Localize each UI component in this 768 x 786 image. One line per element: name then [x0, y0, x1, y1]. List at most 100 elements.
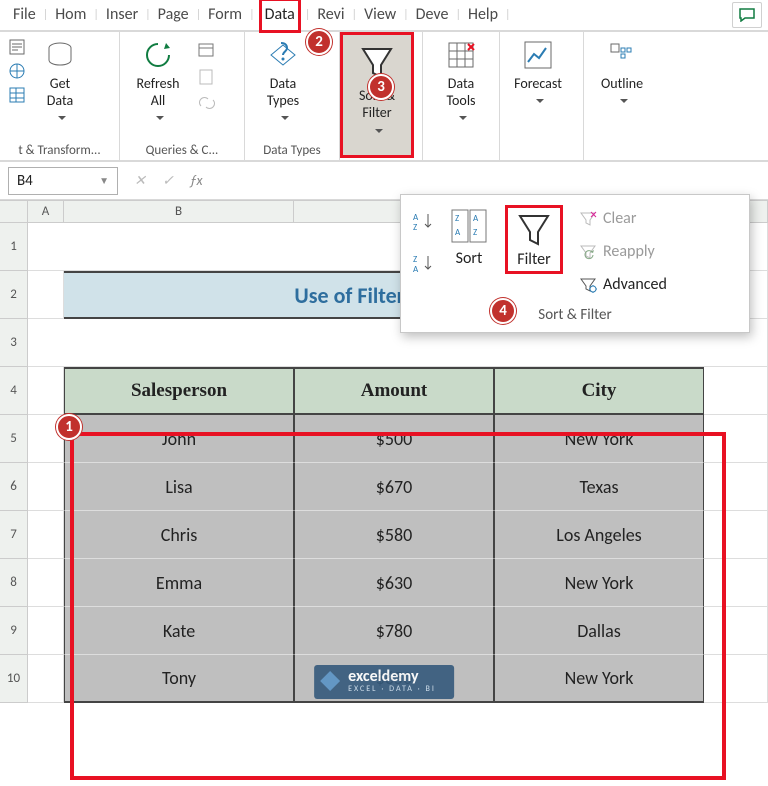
tab-home[interactable]: Hom — [52, 1, 89, 30]
comment-icon — [739, 8, 755, 22]
svg-text:Z: Z — [413, 222, 417, 231]
tab-developer[interactable]: Deve — [413, 1, 452, 30]
tab-page[interactable]: Page — [155, 1, 192, 30]
cell-d7[interactable]: Los Angeles — [494, 511, 704, 559]
data-types-button[interactable]: Data Types — [251, 36, 315, 128]
cell-a10[interactable] — [28, 655, 64, 703]
row-header-4[interactable]: 4 — [0, 367, 28, 415]
get-data-button[interactable]: Get Data — [34, 36, 86, 128]
tab-view[interactable]: View — [361, 1, 399, 30]
sort-asc-icon: AZ — [413, 211, 435, 231]
row-header-6[interactable]: 6 — [0, 463, 28, 511]
properties-icon[interactable] — [196, 66, 218, 88]
clear-filter-button[interactable]: Clear — [575, 205, 640, 232]
clear-icon — [579, 211, 597, 227]
group-queries-label: Queries & C... — [126, 139, 238, 160]
tab-data[interactable]: Data — [259, 0, 301, 33]
cell-d10[interactable]: New York — [494, 655, 704, 703]
filter-button[interactable]: Filter — [505, 205, 563, 274]
tab-formulas[interactable]: Form — [205, 1, 245, 30]
callout-2: 2 — [306, 29, 332, 55]
callout-1: 1 — [56, 414, 82, 440]
cell-c5[interactable]: $500 — [294, 415, 494, 463]
cell-b7[interactable]: Chris — [64, 511, 294, 559]
cell-a2[interactable] — [28, 271, 64, 319]
select-all-corner[interactable] — [0, 201, 28, 223]
cell-c7[interactable]: $580 — [294, 511, 494, 559]
cell-a6[interactable] — [28, 463, 64, 511]
header-salesperson[interactable]: Salesperson — [64, 367, 294, 415]
cell-b5[interactable]: John — [64, 415, 294, 463]
data-tools-button[interactable]: Data Tools — [429, 36, 493, 128]
cell-b6[interactable]: Lisa — [64, 463, 294, 511]
svg-text:A: A — [473, 213, 479, 224]
tab-review[interactable]: Revi — [314, 1, 347, 30]
cell-a8[interactable] — [28, 559, 64, 607]
cell-e7[interactable] — [704, 511, 768, 559]
cancel-formula-button[interactable]: ✕ — [126, 172, 154, 189]
cell-e8[interactable] — [704, 559, 768, 607]
cell-e9[interactable] — [704, 607, 768, 655]
svg-text:A: A — [455, 227, 461, 238]
row-header-3[interactable]: 3 — [0, 319, 28, 367]
cell-c8[interactable]: $630 — [294, 559, 494, 607]
data-types-label: Data Types — [255, 76, 311, 110]
tab-file[interactable]: File — [10, 1, 39, 30]
from-text-icon[interactable] — [6, 36, 28, 58]
clear-label: Clear — [603, 209, 636, 228]
forecast-label: Forecast — [514, 76, 562, 93]
cell-e10[interactable] — [704, 655, 768, 703]
header-city[interactable]: City — [494, 367, 704, 415]
refresh-all-button[interactable]: Refresh All — [126, 36, 190, 128]
cell-d9[interactable]: Dallas — [494, 607, 704, 655]
advanced-filter-button[interactable]: Advanced — [575, 271, 671, 298]
cell-a9[interactable] — [28, 607, 64, 655]
from-web-icon[interactable] — [6, 60, 28, 82]
row-header-1[interactable]: 1 — [0, 223, 28, 271]
cell-b8[interactable]: Emma — [64, 559, 294, 607]
forecast-button[interactable]: Forecast — [506, 36, 570, 112]
sort-asc-button[interactable]: AZ — [409, 207, 439, 235]
cell-b9[interactable]: Kate — [64, 607, 294, 655]
advanced-label: Advanced — [603, 275, 667, 294]
custom-sort-button[interactable]: ZAAZ Sort — [447, 205, 491, 272]
filter-label: Filter — [517, 250, 550, 269]
queries-icon[interactable] — [196, 40, 218, 62]
svg-text:Z: Z — [455, 213, 459, 224]
cell-d6[interactable]: Texas — [494, 463, 704, 511]
row-header-7[interactable]: 7 — [0, 511, 28, 559]
comments-button[interactable] — [732, 2, 762, 28]
name-box[interactable]: B4 ▼ — [8, 167, 118, 195]
cell-e5[interactable] — [704, 415, 768, 463]
fx-button[interactable]: ƒx — [182, 172, 210, 189]
cell-c9[interactable]: $780 — [294, 607, 494, 655]
cell-b10[interactable]: Tony — [64, 655, 294, 703]
group-get-transform-label: t & Transform... — [6, 139, 113, 160]
enter-formula-button[interactable]: ✓ — [154, 172, 182, 189]
cell-e6[interactable] — [704, 463, 768, 511]
sort-desc-button[interactable]: ZA — [409, 249, 439, 277]
data-types-icon — [266, 38, 300, 72]
row-header-2[interactable]: 2 — [0, 271, 28, 319]
row-header-10[interactable]: 10 — [0, 655, 28, 703]
row-header-8[interactable]: 8 — [0, 559, 28, 607]
from-table-icon[interactable] — [6, 84, 28, 106]
cell-d8[interactable]: New York — [494, 559, 704, 607]
edit-links-icon[interactable] — [196, 92, 218, 114]
row-header-5[interactable]: 5 — [0, 415, 28, 463]
header-amount[interactable]: Amount — [294, 367, 494, 415]
col-header-b[interactable]: B — [64, 201, 294, 223]
svg-text:Z: Z — [473, 227, 477, 238]
reapply-button[interactable]: Reapply — [575, 238, 659, 265]
watermark-title: exceldemy — [348, 669, 418, 685]
col-header-a[interactable]: A — [28, 201, 64, 223]
cell-e4[interactable] — [704, 367, 768, 415]
cell-a7[interactable] — [28, 511, 64, 559]
cell-d5[interactable]: New York — [494, 415, 704, 463]
cell-a4[interactable] — [28, 367, 64, 415]
cell-c6[interactable]: $670 — [294, 463, 494, 511]
row-header-9[interactable]: 9 — [0, 607, 28, 655]
tab-help[interactable]: Help — [465, 1, 501, 30]
outline-button[interactable]: Outline — [590, 36, 654, 112]
tab-insert[interactable]: Inser — [103, 1, 141, 30]
